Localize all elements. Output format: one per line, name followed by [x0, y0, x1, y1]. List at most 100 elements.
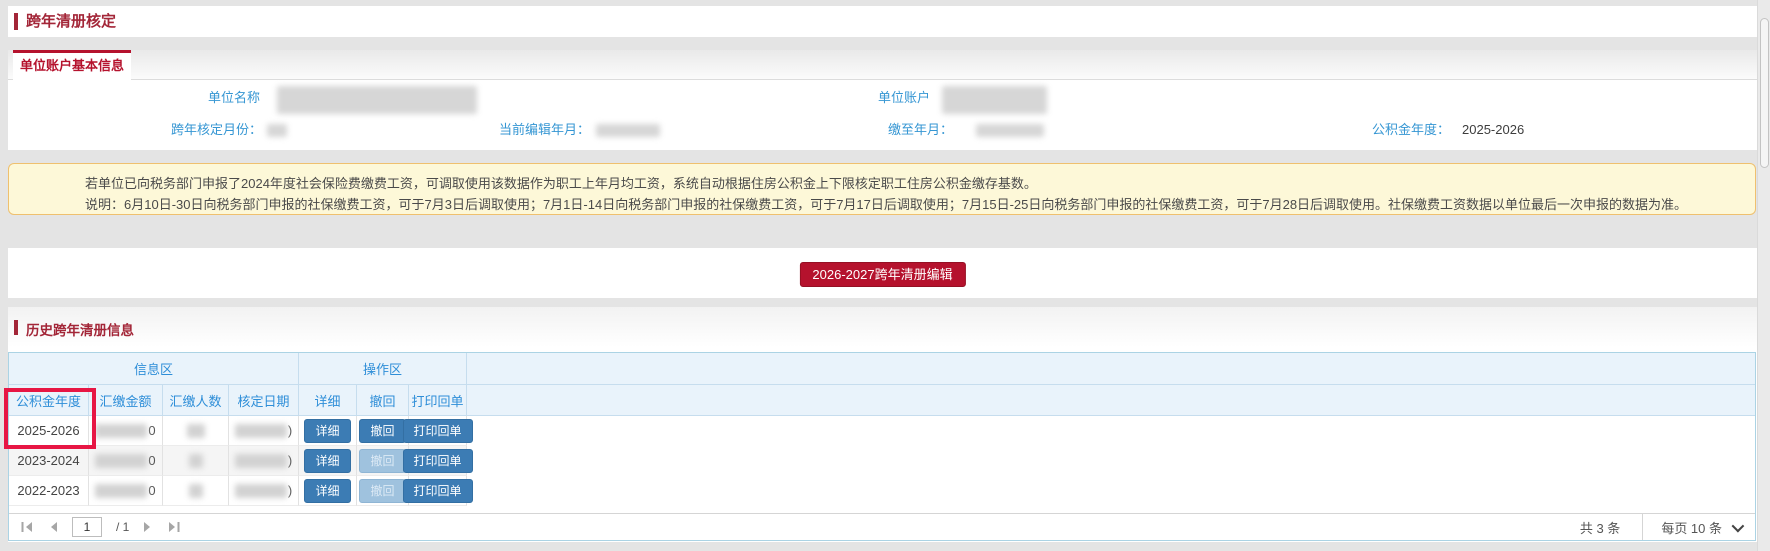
current-edit-month-label: 当前编辑年月： [450, 122, 590, 138]
amount-suffix: 0 [148, 453, 155, 468]
detail-button[interactable]: 详细 [304, 449, 350, 473]
page-total-label: / 1 [116, 520, 129, 534]
cell-revoke: 撤回 [357, 416, 409, 446]
paid-through-value-masked [976, 124, 1044, 137]
cell-detail: 详细 [299, 476, 357, 506]
vertical-scrollbar-track[interactable] [1757, 0, 1770, 551]
cell-print: 打印回单 [409, 446, 467, 476]
history-title: 历史跨年清册信息 [26, 319, 134, 339]
paid-through-label: 缴至年月： [815, 122, 953, 138]
table-row: 2022-2023 0 ) 详细 撤回 打印回单 [9, 476, 1755, 506]
cell-people [163, 476, 229, 506]
col-header-people: 汇缴人数 [163, 385, 229, 415]
cell-fund-year: 2022-2023 [9, 476, 89, 506]
page-title: 跨年清册核定 [26, 6, 116, 37]
verify-month-value-masked [267, 124, 287, 137]
verify-month-label: 跨年核定月份： [120, 122, 262, 138]
company-name-label: 单位名称 [160, 90, 260, 106]
people-masked [189, 454, 203, 468]
amount-suffix: 0 [148, 423, 155, 438]
print-receipt-button[interactable]: 打印回单 [403, 419, 473, 443]
company-name-value-masked [277, 86, 477, 114]
table-column-header-row: 公积金年度 汇缴金额 汇缴人数 核定日期 详细 撤回 打印回单 [9, 385, 1755, 416]
group-header-info: 信息区 [9, 353, 299, 384]
cell-revoke: 撤回 [357, 476, 409, 506]
pagination-bar: / 1 共 3 条 每页 10 条 [9, 513, 1755, 540]
group-header-ops: 操作区 [299, 353, 467, 384]
cell-people [163, 446, 229, 476]
page-title-bar: 跨年清册核定 [8, 6, 1757, 37]
page-size-selector[interactable]: 每页 10 条 [1642, 514, 1755, 540]
title-accent-bar [14, 13, 18, 30]
company-account-value-masked [942, 86, 1047, 114]
page: 跨年清册核定 单位账户基本信息 单位名称 单位账户 跨年核定月份： 当前编辑年月… [0, 0, 1770, 551]
cell-date: ) [229, 476, 299, 506]
cell-detail: 详细 [299, 416, 357, 446]
cell-fund-year: 2025-2026 [9, 416, 89, 446]
revoke-button[interactable]: 撤回 [359, 419, 405, 443]
next-page-icon[interactable] [143, 521, 153, 533]
col-header-detail: 详细 [299, 385, 357, 415]
tab-account-basic-info[interactable]: 单位账户基本信息 [13, 50, 131, 80]
table-row: 2025-2026 0 ) 详细 撤回 打印回单 [9, 416, 1755, 446]
notice-line-2: 说明：6月10日-30日向税务部门申报的社保缴费工资，可于7月3日后调取使用；7… [85, 194, 1687, 213]
last-page-icon[interactable] [167, 521, 180, 533]
first-page-icon[interactable] [21, 521, 34, 533]
cell-revoke: 撤回 [357, 446, 409, 476]
cell-print: 打印回单 [409, 476, 467, 506]
col-header-fund-year: 公积金年度 [9, 385, 89, 415]
pagination-summary: 共 3 条 每页 10 条 [1558, 514, 1755, 540]
fund-year-value: 2025-2026 [1462, 122, 1524, 138]
vertical-scrollbar-thumb[interactable] [1760, 18, 1769, 168]
chevron-down-icon [1732, 519, 1745, 532]
cell-amount: 0 [89, 416, 163, 446]
notice-line-1: 若单位已向税务部门申报了2024年度社会保险费缴费工资，可调取使用该数据作为职工… [85, 173, 1037, 192]
pagination-controls: / 1 [9, 517, 180, 537]
history-accent-bar [14, 320, 18, 335]
date-masked [235, 424, 287, 438]
people-masked [189, 484, 203, 498]
cell-fund-year: 2023-2024 [9, 446, 89, 476]
amount-masked [95, 424, 147, 438]
table-row: 2023-2024 0 ) 详细 撤回 打印回单 [9, 446, 1755, 476]
action-strip: 2026-2027跨年清册编辑 [8, 248, 1757, 298]
history-table: 信息区 操作区 公积金年度 汇缴金额 汇缴人数 核定日期 详细 撤回 打印回单 … [8, 352, 1756, 541]
col-header-date: 核定日期 [229, 385, 299, 415]
cell-people [163, 416, 229, 446]
tab-row: 单位账户基本信息 [8, 50, 1757, 80]
cell-date: ) [229, 416, 299, 446]
table-group-header-row: 信息区 操作区 [9, 353, 1755, 385]
history-panel: 历史跨年清册信息 信息区 操作区 公积金年度 汇缴金额 汇缴人数 核定日期 详细… [8, 307, 1757, 542]
detail-button[interactable]: 详细 [304, 479, 350, 503]
date-suffix: ) [288, 453, 292, 468]
cell-print: 打印回单 [409, 416, 467, 446]
print-receipt-button[interactable]: 打印回单 [403, 479, 473, 503]
people-masked [187, 424, 205, 438]
current-edit-month-value-masked [596, 124, 660, 137]
prev-page-icon[interactable] [48, 521, 58, 533]
amount-masked [95, 484, 147, 498]
col-header-print: 打印回单 [409, 385, 467, 415]
detail-button[interactable]: 详细 [304, 419, 350, 443]
amount-masked [95, 454, 147, 468]
notice-box: 若单位已向税务部门申报了2024年度社会保险费缴费工资，可调取使用该数据作为职工… [8, 163, 1756, 215]
date-suffix: ) [288, 423, 292, 438]
cell-amount: 0 [89, 476, 163, 506]
col-header-amount: 汇缴金额 [89, 385, 163, 415]
date-masked [235, 454, 287, 468]
amount-suffix: 0 [148, 483, 155, 498]
page-number-input[interactable] [72, 517, 102, 537]
company-account-label: 单位账户 [830, 90, 930, 106]
cross-year-edit-button[interactable]: 2026-2027跨年清册编辑 [799, 262, 965, 287]
date-suffix: ) [288, 483, 292, 498]
col-header-revoke: 撤回 [357, 385, 409, 415]
fund-year-label: 公积金年度： [1310, 122, 1450, 138]
revoke-button-disabled: 撤回 [359, 479, 405, 503]
page-size-label: 每页 10 条 [1661, 518, 1722, 537]
cell-detail: 详细 [299, 446, 357, 476]
cell-date: ) [229, 446, 299, 476]
date-masked [235, 484, 287, 498]
cell-amount: 0 [89, 446, 163, 476]
print-receipt-button[interactable]: 打印回单 [403, 449, 473, 473]
total-count-label: 共 3 条 [1558, 518, 1642, 537]
